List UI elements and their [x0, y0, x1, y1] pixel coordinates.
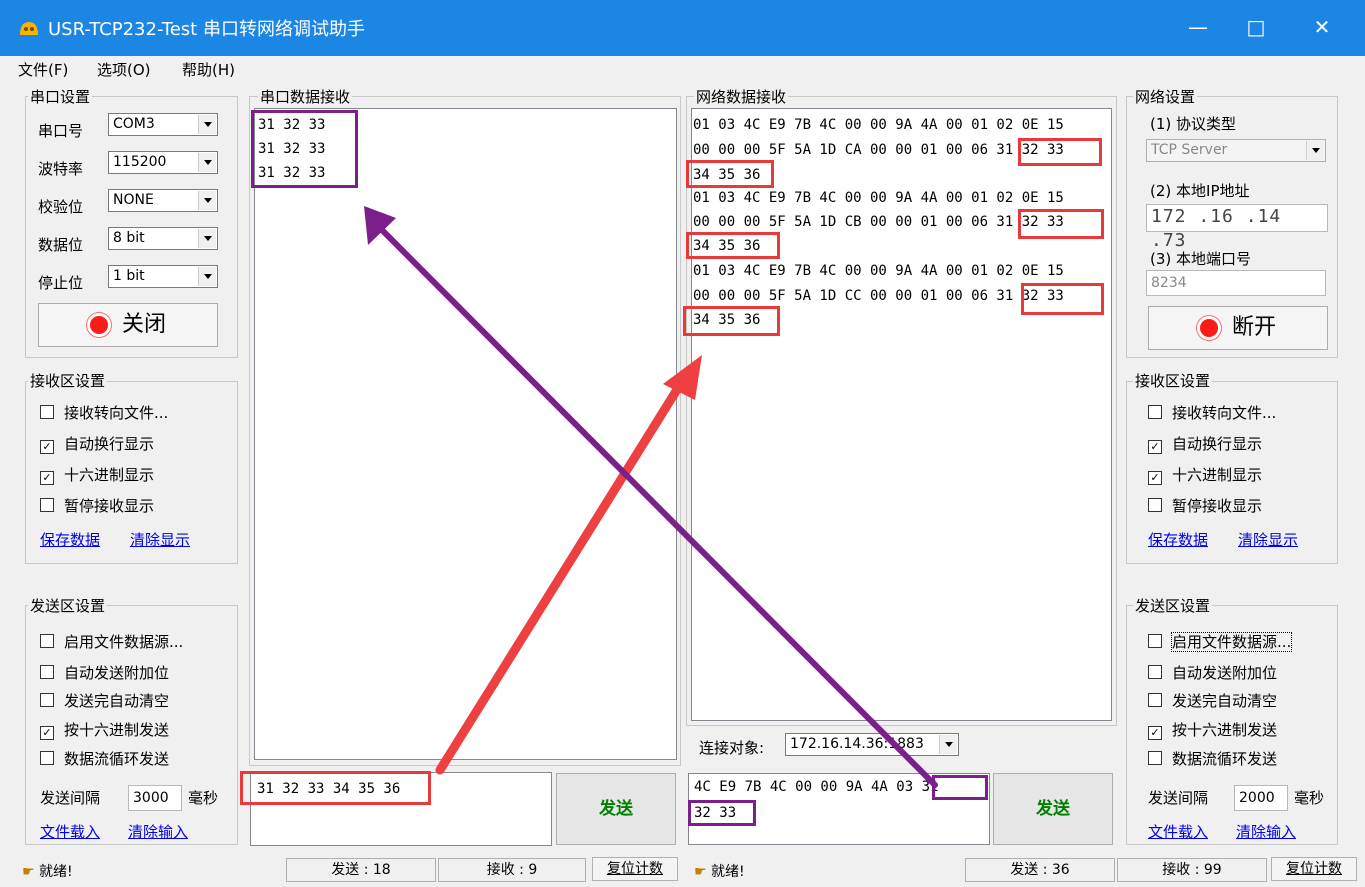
red-arrow-head [663, 355, 702, 400]
annotation-arrows [364, 206, 938, 788]
red-arrow-shaft [435, 383, 683, 775]
purple-arrow-shaft [377, 225, 938, 788]
